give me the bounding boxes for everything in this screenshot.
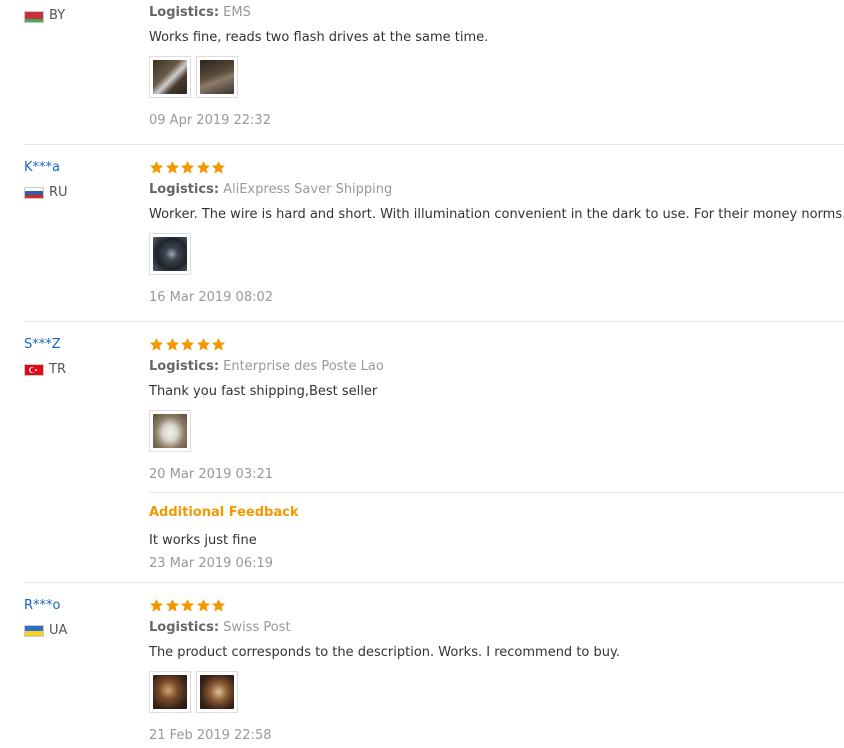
logistics-method: AliExpress Saver Shipping: [223, 182, 393, 197]
logistics-label: Logistics:: [149, 620, 220, 635]
star-icon: [196, 160, 211, 175]
star-icon: [180, 337, 195, 352]
reviewer-name-link[interactable]: R***o: [24, 598, 61, 613]
reviewer-name-link[interactable]: K***a: [24, 160, 60, 175]
star-rating: [149, 337, 227, 353]
star-icon: [211, 598, 226, 613]
star-icon: [149, 337, 164, 352]
review-photo-thumbnail[interactable]: [149, 56, 191, 98]
logistics-method: Swiss Post: [223, 620, 291, 635]
review-text: Worker. The wire is hard and short. With…: [149, 207, 844, 222]
review-divider: [24, 321, 844, 322]
reviewer-country: RU: [49, 185, 68, 200]
review-text: Thank you fast shipping,Best seller: [149, 384, 378, 399]
review-date: 09 Apr 2019 22:32: [149, 113, 271, 128]
star-icon: [149, 160, 164, 175]
ukraine-flag-icon: [24, 625, 44, 637]
logistics-info: Logistics: Enterprise des Poste Lao: [149, 359, 384, 374]
reviewer-country: TR: [49, 362, 66, 377]
additional-feedback-date: 23 Mar 2019 06:19: [149, 556, 274, 571]
logistics-method: Enterprise des Poste Lao: [223, 359, 384, 374]
star-icon: [196, 337, 211, 352]
reviewer-name-link[interactable]: S***Z: [24, 337, 61, 352]
review-text: Works fine, reads two flash drives at th…: [149, 30, 489, 45]
belarus-flag-icon: [24, 11, 44, 23]
additional-feedback-title: Additional Feedback: [149, 505, 299, 520]
review-divider: [24, 582, 844, 583]
additional-feedback-text: It works just fine: [149, 533, 257, 548]
additional-feedback-divider: [149, 492, 844, 493]
logistics-method: EMS: [223, 5, 251, 20]
star-icon: [165, 337, 180, 352]
logistics-label: Logistics:: [149, 359, 220, 374]
reviewer-country: UA: [49, 623, 68, 638]
star-rating: [149, 160, 227, 176]
star-icon: [196, 598, 211, 613]
star-icon: [211, 160, 226, 175]
review-photo-thumbnail[interactable]: [149, 671, 191, 713]
star-rating: [149, 598, 227, 614]
logistics-info: Logistics: AliExpress Saver Shipping: [149, 182, 392, 197]
logistics-info: Logistics: EMS: [149, 5, 251, 20]
turkey-flag-icon: [24, 364, 44, 376]
review-date: 16 Mar 2019 08:02: [149, 290, 274, 305]
star-icon: [165, 598, 180, 613]
review-divider: [24, 144, 844, 145]
star-icon: [180, 598, 195, 613]
review-photo-thumbnail[interactable]: [149, 410, 191, 452]
russia-flag-icon: [24, 187, 44, 199]
star-icon: [211, 337, 226, 352]
review-photo-thumbnail[interactable]: [149, 233, 191, 275]
logistics-info: Logistics: Swiss Post: [149, 620, 291, 635]
logistics-label: Logistics:: [149, 5, 220, 20]
reviewer-country: BY: [49, 8, 66, 23]
review-text: The product corresponds to the descripti…: [149, 645, 620, 660]
review-photo-thumbnail[interactable]: [196, 56, 238, 98]
star-icon: [165, 160, 180, 175]
review-photo-thumbnail[interactable]: [196, 671, 238, 713]
review-date: 20 Mar 2019 03:21: [149, 467, 274, 482]
review-date: 21 Feb 2019 22:58: [149, 728, 272, 743]
star-icon: [149, 598, 164, 613]
logistics-label: Logistics:: [149, 182, 220, 197]
star-icon: [180, 160, 195, 175]
